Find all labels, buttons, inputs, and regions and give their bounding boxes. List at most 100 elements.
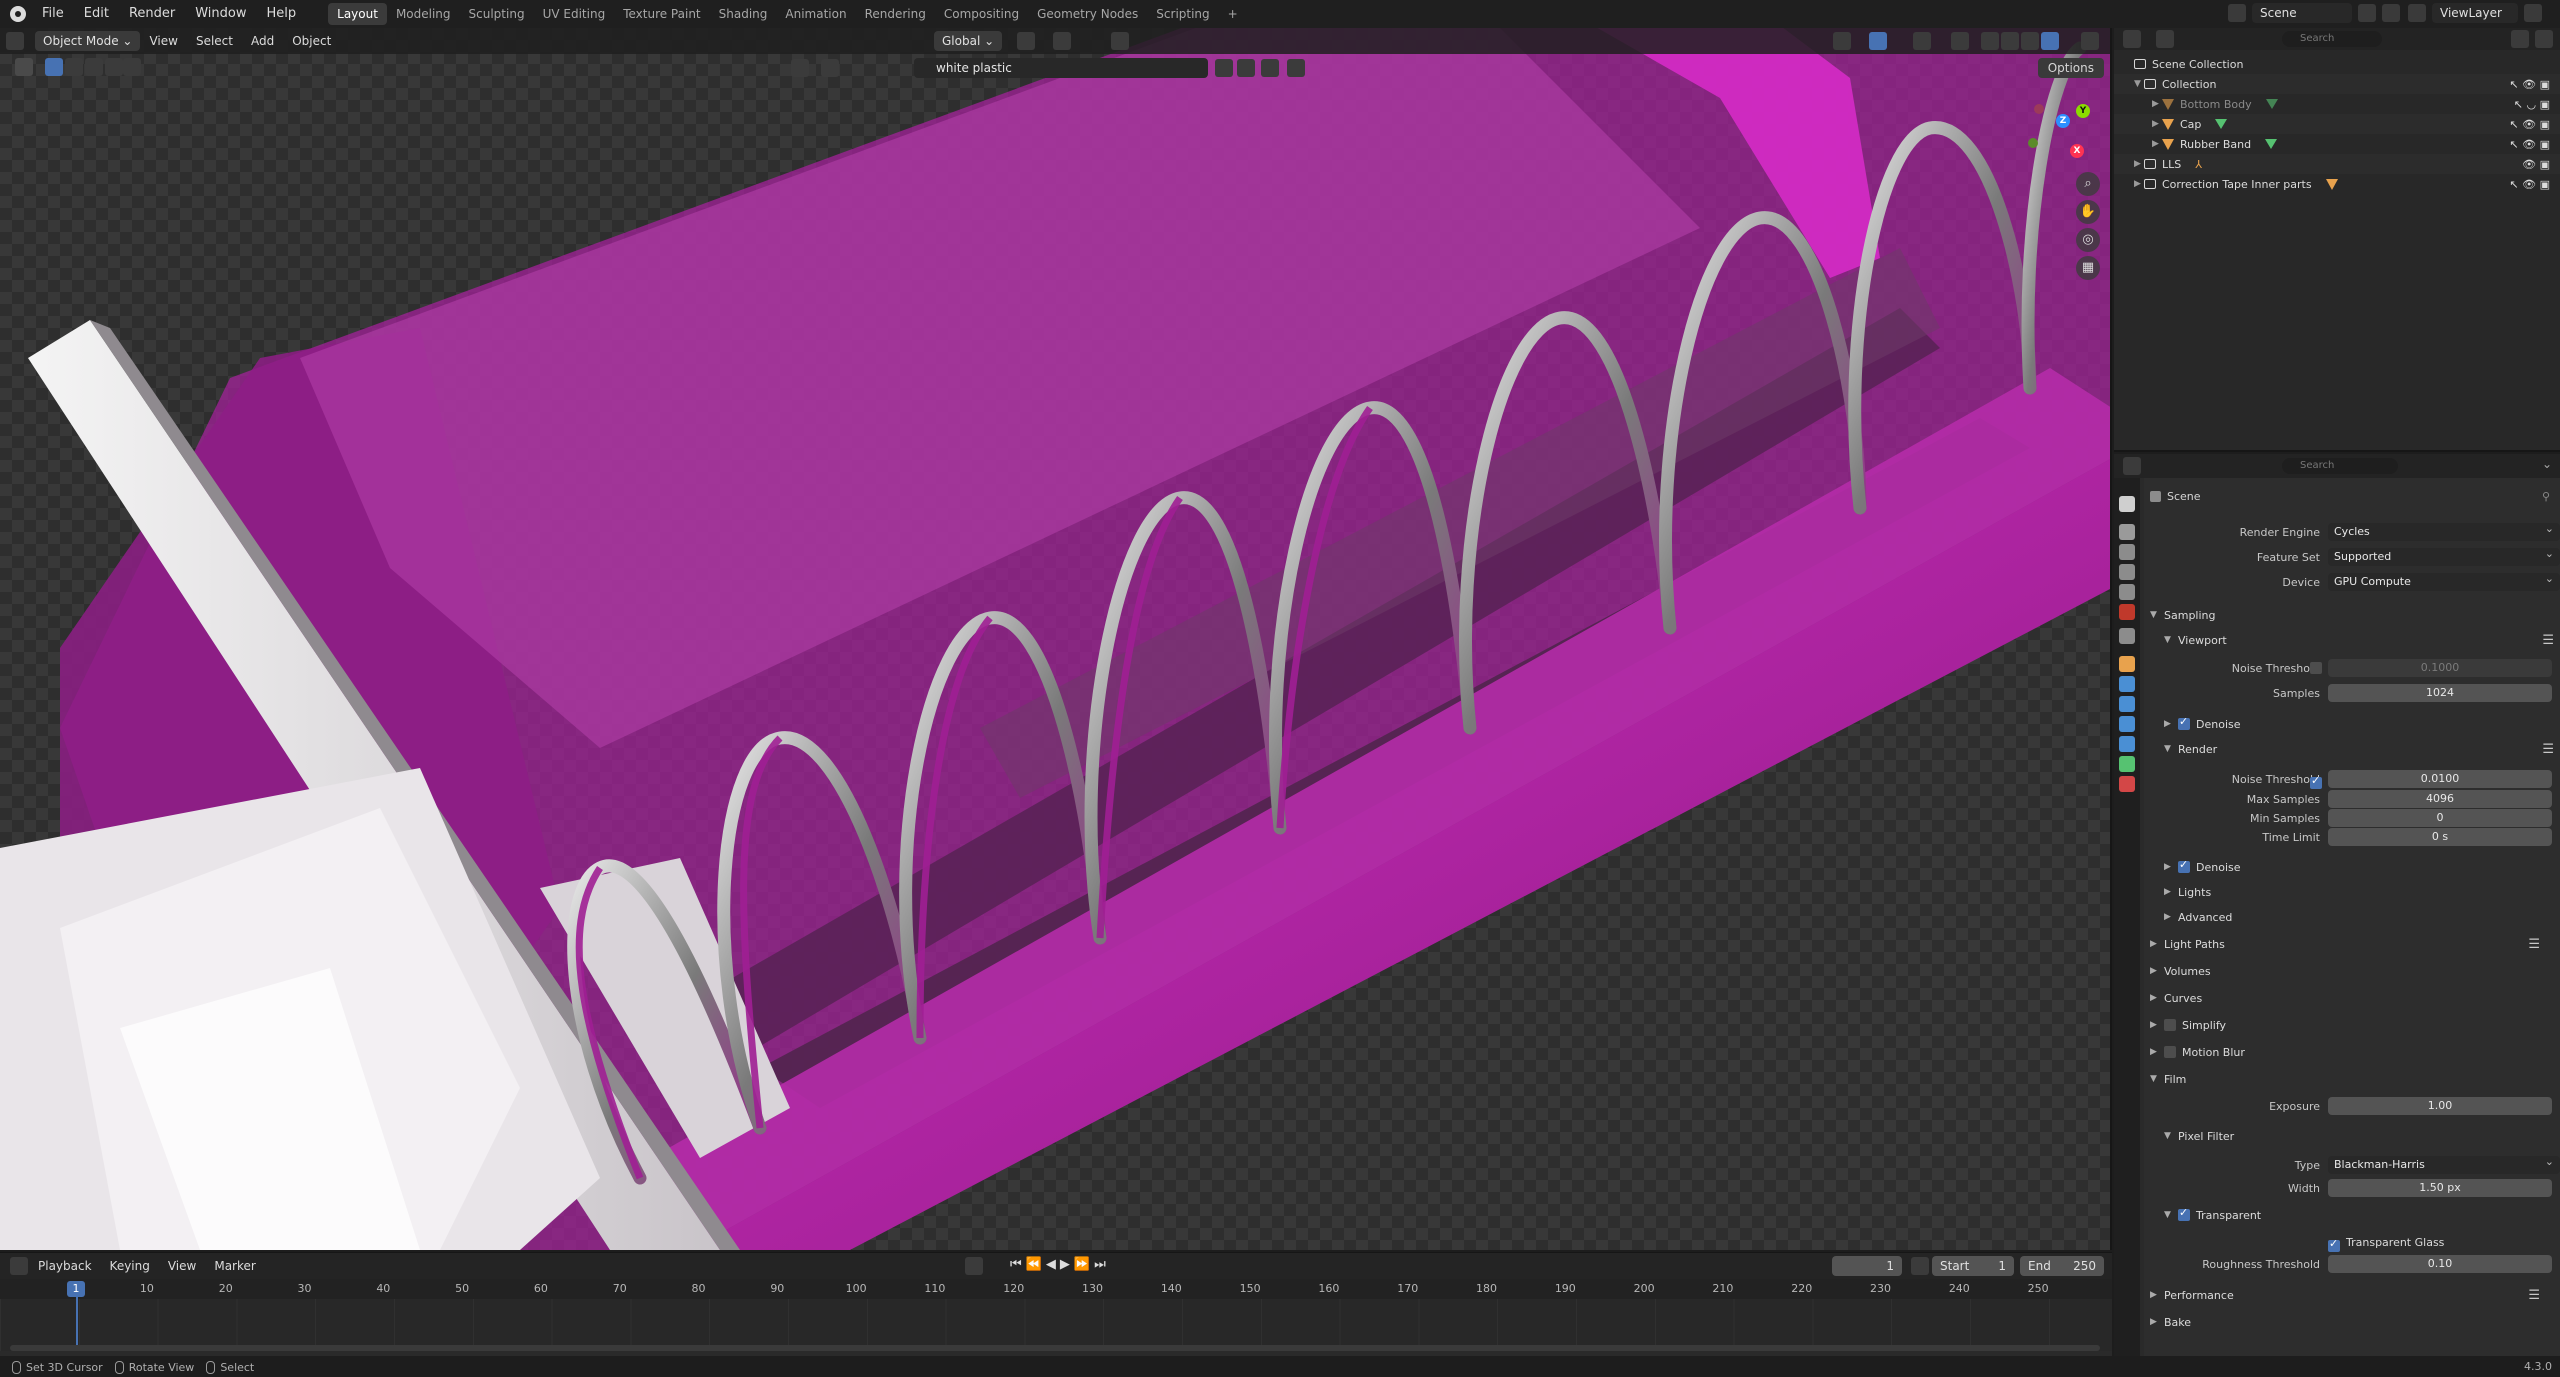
editor-type-icon[interactable] — [6, 32, 24, 50]
simplify-checkbox[interactable] — [2164, 1019, 2176, 1031]
max-samples-field[interactable]: 4096 — [2328, 790, 2552, 808]
render-subpanel-header[interactable]: ▼ Render ☰ — [2164, 738, 2560, 760]
expand-arrow-icon[interactable]: ▶ — [2134, 179, 2144, 189]
menu-add[interactable]: Add — [242, 28, 283, 54]
physics-tab-icon[interactable] — [2119, 716, 2135, 732]
options-button[interactable]: Options — [2037, 58, 2104, 78]
filter-width-field[interactable]: 1.50 px — [2328, 1179, 2552, 1197]
delete-scene-icon[interactable] — [2382, 4, 2400, 22]
modifier-tab-icon[interactable] — [2119, 676, 2135, 692]
timeline-ruler[interactable]: 10 20 30 40 50 60 70 80 90 100 110 120 130 140 150 160 1… — [0, 1279, 2112, 1299]
mesh-data-icon[interactable] — [2265, 99, 2278, 109]
data-tab-icon[interactable] — [2119, 756, 2135, 772]
r-denoise-checkbox[interactable] — [2178, 858, 2190, 873]
viewport-subpanel-header[interactable]: ▼ Viewport ☰ — [2164, 629, 2560, 651]
tab-layout[interactable]: Layout — [328, 3, 387, 25]
menu-view[interactable]: View — [140, 28, 186, 54]
timeline-scrollbar[interactable] — [10, 1345, 2100, 1351]
transform-orientation-selector[interactable]: Global ⌄ — [934, 31, 1003, 51]
gizmo-z-axis[interactable]: Z — [2056, 114, 2070, 128]
xray-icon[interactable] — [1951, 32, 1969, 50]
ortho-toggle-icon[interactable]: ▦ — [2076, 256, 2100, 280]
child-objects-icon[interactable] — [2325, 178, 2338, 190]
row-toggles[interactable]: 👁 ▣ — [2508, 158, 2550, 171]
object-tab-icon[interactable] — [2119, 656, 2135, 672]
menu-marker[interactable]: Marker — [205, 1253, 264, 1279]
properties-options-icon[interactable]: ⌄ — [2542, 457, 2552, 471]
min-samples-field[interactable]: 0 — [2328, 809, 2552, 827]
menu-file[interactable]: File — [32, 0, 74, 28]
view-layer-browse-icon[interactable] — [2408, 4, 2426, 22]
presets-icon[interactable]: ☰ — [2528, 937, 2540, 952]
mode-selector[interactable]: Object Mode ⌄ — [35, 31, 141, 51]
output-tab-icon[interactable] — [2119, 544, 2135, 560]
transparent-subpanel-header[interactable]: ▼ Transparent — [2164, 1204, 2560, 1226]
transparent-checkbox[interactable] — [2178, 1206, 2190, 1221]
playback-controls[interactable]: ⏮⏪◀▶⏩⏭ — [1010, 1257, 1110, 1272]
lights-subpanel-header[interactable]: ▶ Lights — [2164, 881, 2560, 903]
menu-edit[interactable]: Edit — [74, 0, 119, 28]
new-collection-icon[interactable] — [2535, 30, 2553, 48]
transparent-glass-checkbox[interactable] — [2328, 1237, 2340, 1252]
armature-icon[interactable]: ⅄ — [2195, 158, 2202, 171]
menu-help[interactable]: Help — [257, 0, 307, 28]
menu-object[interactable]: Object — [283, 28, 340, 54]
menu-window[interactable]: Window — [185, 0, 256, 28]
tab-sculpting[interactable]: Sculpting — [460, 3, 534, 25]
expand-arrow-icon[interactable]: ▼ — [2134, 79, 2144, 89]
tab-uv-editing[interactable]: UV Editing — [534, 3, 615, 25]
curves-panel-header[interactable]: ▶ Curves — [2150, 987, 2554, 1009]
start-frame-field[interactable]: Start 1 — [1932, 1256, 2014, 1276]
presets-icon[interactable]: ☰ — [2542, 633, 2554, 648]
r-noise-threshold-checkbox[interactable] — [2310, 774, 2322, 789]
select-mode-subtract-icon[interactable] — [85, 58, 103, 76]
gizmo-neg-y-axis[interactable] — [2028, 138, 2038, 148]
gizmo-toggle-icon[interactable] — [1869, 32, 1887, 50]
tree-row-collection[interactable]: ▼ Collection ↖ 👁 ▣ — [2114, 74, 2560, 94]
world-tab-icon[interactable] — [2119, 604, 2135, 620]
tab-geometry-nodes[interactable]: Geometry Nodes — [1028, 3, 1147, 25]
particles-tab-icon[interactable] — [2119, 696, 2135, 712]
pin-icon[interactable]: ⚲ — [2542, 490, 2550, 503]
gizmo-neg-x-axis[interactable] — [2034, 104, 2044, 114]
scene-selector[interactable]: Scene — [2252, 3, 2352, 23]
simplify-panel-header[interactable]: ▶ Simplify — [2150, 1014, 2554, 1036]
filter-object-types-icon[interactable] — [791, 59, 809, 77]
vp-denoise-checkbox[interactable] — [2178, 715, 2190, 730]
menu-render[interactable]: Render — [119, 0, 185, 28]
pan-view-icon[interactable]: ✋ — [2076, 200, 2100, 224]
presets-icon[interactable]: ☰ — [2542, 742, 2554, 757]
wireframe-shading-icon[interactable] — [1981, 32, 1999, 50]
time-limit-field[interactable]: 0 s — [2328, 828, 2552, 846]
pixel-filter-subpanel-header[interactable]: ▼ Pixel Filter — [2164, 1125, 2560, 1147]
vp-noise-threshold-checkbox[interactable] — [2310, 662, 2322, 674]
sampling-panel-header[interactable]: ▼ Sampling — [2150, 604, 2554, 626]
preview-range-icon[interactable] — [1911, 1257, 1929, 1275]
scene-tab-icon[interactable] — [2119, 584, 2135, 600]
menu-playback[interactable]: Playback — [29, 1253, 101, 1279]
camera-view-icon[interactable]: ◎ — [2076, 228, 2100, 252]
r-noise-threshold-field[interactable]: 0.0100 — [2328, 770, 2552, 788]
tab-texture-paint[interactable]: Texture Paint — [614, 3, 709, 25]
collection-tab-icon[interactable] — [2119, 628, 2135, 644]
visibility-icon[interactable] — [1833, 32, 1851, 50]
volumes-panel-header[interactable]: ▶ Volumes — [2150, 960, 2554, 982]
properties-search-input[interactable]: Search — [2282, 458, 2398, 474]
tab-rendering[interactable]: Rendering — [856, 3, 935, 25]
render-tab-icon[interactable] — [2119, 524, 2135, 540]
clear-search-icon[interactable] — [1215, 59, 1233, 77]
advanced-subpanel-header[interactable]: ▶ Advanced — [2164, 906, 2560, 928]
row-toggles[interactable]: ↖ 👁 ▣ — [2509, 138, 2550, 151]
new-scene-icon[interactable] — [2358, 4, 2376, 22]
bake-panel-header[interactable]: ▶ Bake — [2150, 1311, 2554, 1333]
rendered-shading-icon[interactable] — [2041, 32, 2059, 50]
vp-samples-field[interactable]: 1024 — [2328, 684, 2552, 702]
scene-browse-icon[interactable] — [2228, 4, 2246, 22]
record-keyframe-icon[interactable] — [965, 1257, 983, 1275]
timeline-body[interactable] — [0, 1299, 2112, 1351]
expand-arrow-icon[interactable]: ▶ — [2152, 99, 2162, 109]
presets-icon[interactable]: ☰ — [2528, 1288, 2540, 1303]
menu-select[interactable]: Select — [187, 28, 242, 54]
render-engine-select[interactable]: Cycles — [2328, 520, 2560, 541]
tree-row-rubber-band[interactable]: ▶ Rubber Band ↖ 👁 ▣ — [2114, 134, 2560, 154]
